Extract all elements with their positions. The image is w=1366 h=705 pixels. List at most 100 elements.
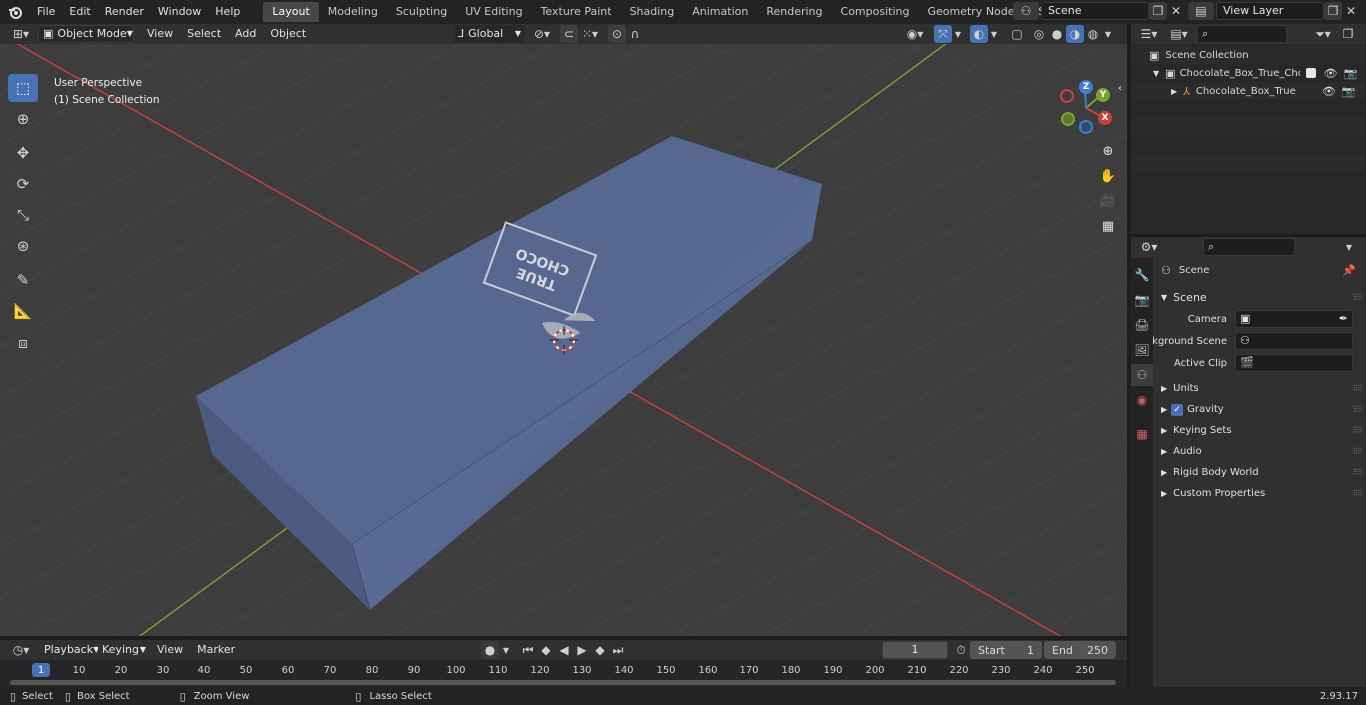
viewport-menu-add[interactable]: Add [228, 24, 263, 44]
frame-ruler[interactable]: 1 10 20 30 40 50 60 70 80 90 100 110 120… [0, 660, 1127, 687]
view-layer-icon[interactable]: ▤ [1188, 2, 1214, 20]
shading-rendered-icon[interactable]: ◍ [1084, 25, 1102, 43]
gizmo-y-axis[interactable]: Y [1096, 88, 1110, 102]
shading-solid-icon[interactable]: ● [1048, 25, 1066, 43]
filter-icon[interactable]: ⏷▾ [1311, 25, 1335, 43]
tab-compositing[interactable]: Compositing [832, 2, 919, 22]
custom-properties-panel[interactable]: ▶ Custom Properties ⠿⠿ [1131, 483, 1366, 504]
rotate-tool[interactable]: ⟳ [8, 170, 38, 198]
shading-material-icon[interactable]: ◑ [1066, 25, 1084, 43]
playback-dropdown[interactable]: Playback ▼ [40, 641, 99, 659]
play-reverse-icon[interactable]: ◀ [555, 641, 573, 659]
viewport-menu-object[interactable]: Object [263, 24, 313, 44]
drag-grip-icon[interactable]: ⠿⠿ [1352, 489, 1363, 498]
menu-window[interactable]: Window [151, 0, 208, 24]
orientation-dropdown[interactable]: ⅃ Global ▼ [454, 25, 524, 43]
annotate-tool[interactable]: ✎ [8, 266, 38, 294]
menu-help[interactable]: Help [208, 0, 247, 24]
tab-layout[interactable]: Layout [263, 2, 319, 22]
outliner-item-collection[interactable]: ▼ ▣ Chocolate_Box_True_Choco_( 👁 📷 [1131, 64, 1366, 82]
properties-search-input[interactable]: ⌕ [1203, 238, 1295, 256]
keying-dropdown[interactable]: Keying ▼ [98, 641, 148, 659]
pan-view-icon[interactable]: ✋ [1098, 166, 1118, 186]
texture-tab-icon[interactable]: ▦ [1131, 423, 1153, 445]
new-collection-icon[interactable]: ❐ [1339, 25, 1357, 43]
gravity-panel[interactable]: ▶ ✓ Gravity ⠿⠿ [1131, 399, 1366, 420]
visibility-eye-icon[interactable]: 👁 [1324, 67, 1338, 80]
3d-viewport[interactable]: TRUE CHOCO User Perspective (1) Scene Co… [0, 44, 1127, 636]
tab-rendering[interactable]: Rendering [757, 2, 831, 22]
editor-type-icon[interactable]: ⊞▾ [8, 25, 34, 43]
blender-logo-icon[interactable] [6, 3, 24, 21]
overlay-toggle-icon[interactable]: ◐ [970, 25, 988, 43]
gravity-checkbox[interactable]: ✓ [1171, 403, 1184, 416]
proportional-edit-icon[interactable]: ⊙ [608, 25, 626, 43]
end-frame-field[interactable]: End 250 [1044, 641, 1116, 659]
gizmo-x-axis[interactable]: X [1098, 111, 1112, 125]
expand-arrow-icon[interactable]: ▶ [1171, 87, 1177, 96]
snap-toggle-icon[interactable]: ⊂ [560, 25, 578, 43]
camera-view-icon[interactable]: 🎥 [1098, 191, 1118, 211]
outliner-search-input[interactable]: ⌕ [1197, 25, 1287, 43]
gizmo-z-axis[interactable]: Z [1079, 80, 1093, 94]
scale-tool[interactable]: ⤡ [8, 201, 38, 229]
jump-start-icon[interactable]: ⏮ [519, 641, 537, 659]
menu-edit[interactable]: Edit [62, 0, 97, 24]
scene-tab-icon[interactable]: ⚇ [1131, 364, 1153, 386]
view-layer-tab-icon[interactable]: 🖼 [1131, 339, 1153, 361]
xray-toggle-icon[interactable]: ▢ [1008, 25, 1026, 43]
stopwatch-icon[interactable]: ⏱ [952, 641, 970, 659]
visibility-eye-icon[interactable]: 👁 [1322, 85, 1336, 98]
drag-grip-icon[interactable]: ⠿⠿ [1352, 426, 1363, 435]
gizmo-neg-y[interactable] [1061, 112, 1075, 126]
camera-field[interactable]: ▣ ✒ [1235, 310, 1353, 328]
pivot-point-icon[interactable]: ⊘▾ [530, 25, 554, 43]
add-cube-tool[interactable]: ⧈ [8, 329, 38, 357]
menu-file[interactable]: File [30, 0, 62, 24]
drag-grip-icon[interactable]: ⠿⠿ [1352, 293, 1363, 302]
exclude-checkbox-icon[interactable] [1305, 68, 1316, 78]
outliner-editor-icon[interactable]: ☰▾ [1137, 25, 1161, 43]
audio-panel[interactable]: ▶ Audio ⠿⠿ [1131, 441, 1366, 462]
gizmo-toggle-icon[interactable]: ⤧ [934, 25, 952, 43]
properties-editor-icon[interactable]: ⚙▾ [1137, 238, 1161, 256]
tool-tab-icon[interactable]: 🔧 [1131, 264, 1153, 286]
move-tool[interactable]: ✥ [8, 139, 38, 167]
sidebar-toggle-icon[interactable]: ‹ [1114, 78, 1126, 98]
ortho-toggle-icon[interactable]: ▦ [1098, 216, 1118, 236]
proportional-falloff-icon[interactable]: ∩ [626, 25, 644, 43]
menu-render[interactable]: Render [98, 0, 151, 24]
new-view-layer-icon[interactable]: ❐ [1324, 2, 1342, 20]
shading-dropdown-icon[interactable]: ▼ [1102, 25, 1114, 43]
units-panel[interactable]: ▶ Units ⠿⠿ [1131, 378, 1366, 399]
scene-icon[interactable]: ⚇ [1013, 2, 1039, 20]
expand-arrow-icon[interactable]: ▼ [1153, 69, 1159, 78]
output-tab-icon[interactable]: 🖨 [1131, 314, 1153, 336]
measure-tool[interactable]: 📐 [8, 297, 38, 325]
properties-options-icon[interactable]: ▼ [1340, 238, 1358, 256]
tab-animation[interactable]: Animation [683, 2, 757, 22]
scene-panel-header[interactable]: ▼ Scene ⠿⠿ [1131, 287, 1366, 308]
view-layer-field[interactable]: View Layer [1216, 2, 1324, 20]
drag-grip-icon[interactable]: ⠿⠿ [1352, 405, 1363, 414]
snap-target-icon[interactable]: ⁙▾ [578, 25, 602, 43]
prev-keyframe-icon[interactable]: ◆ [537, 641, 555, 659]
keying-sets-panel[interactable]: ▶ Keying Sets ⠿⠿ [1131, 420, 1366, 441]
drag-grip-icon[interactable]: ⠿⠿ [1352, 384, 1363, 393]
drag-grip-icon[interactable]: ⠿⠿ [1352, 447, 1363, 456]
next-keyframe-icon[interactable]: ◆ [591, 641, 609, 659]
delete-view-layer-icon[interactable]: ✕ [1342, 2, 1360, 20]
render-tab-icon[interactable]: 📷 [1131, 289, 1153, 311]
scene-name-field[interactable]: Scene [1041, 2, 1149, 20]
drag-grip-icon[interactable]: ⠿⠿ [1352, 468, 1363, 477]
tab-shading[interactable]: Shading [621, 2, 684, 22]
start-frame-field[interactable]: Start 1 [970, 641, 1042, 659]
tab-modeling[interactable]: Modeling [319, 2, 387, 22]
world-tab-icon[interactable]: ◉ [1131, 389, 1153, 411]
rigid-body-world-panel[interactable]: ▶ Rigid Body World ⠿⠿ [1131, 462, 1366, 483]
timeline-menu-view[interactable]: View [150, 640, 190, 660]
background-scene-field[interactable]: ⚇ [1235, 332, 1353, 350]
shading-wireframe-icon[interactable]: ◎ [1030, 25, 1048, 43]
active-clip-field[interactable]: 🎬 [1235, 354, 1353, 372]
display-mode-icon[interactable]: ▤▾ [1167, 25, 1191, 43]
